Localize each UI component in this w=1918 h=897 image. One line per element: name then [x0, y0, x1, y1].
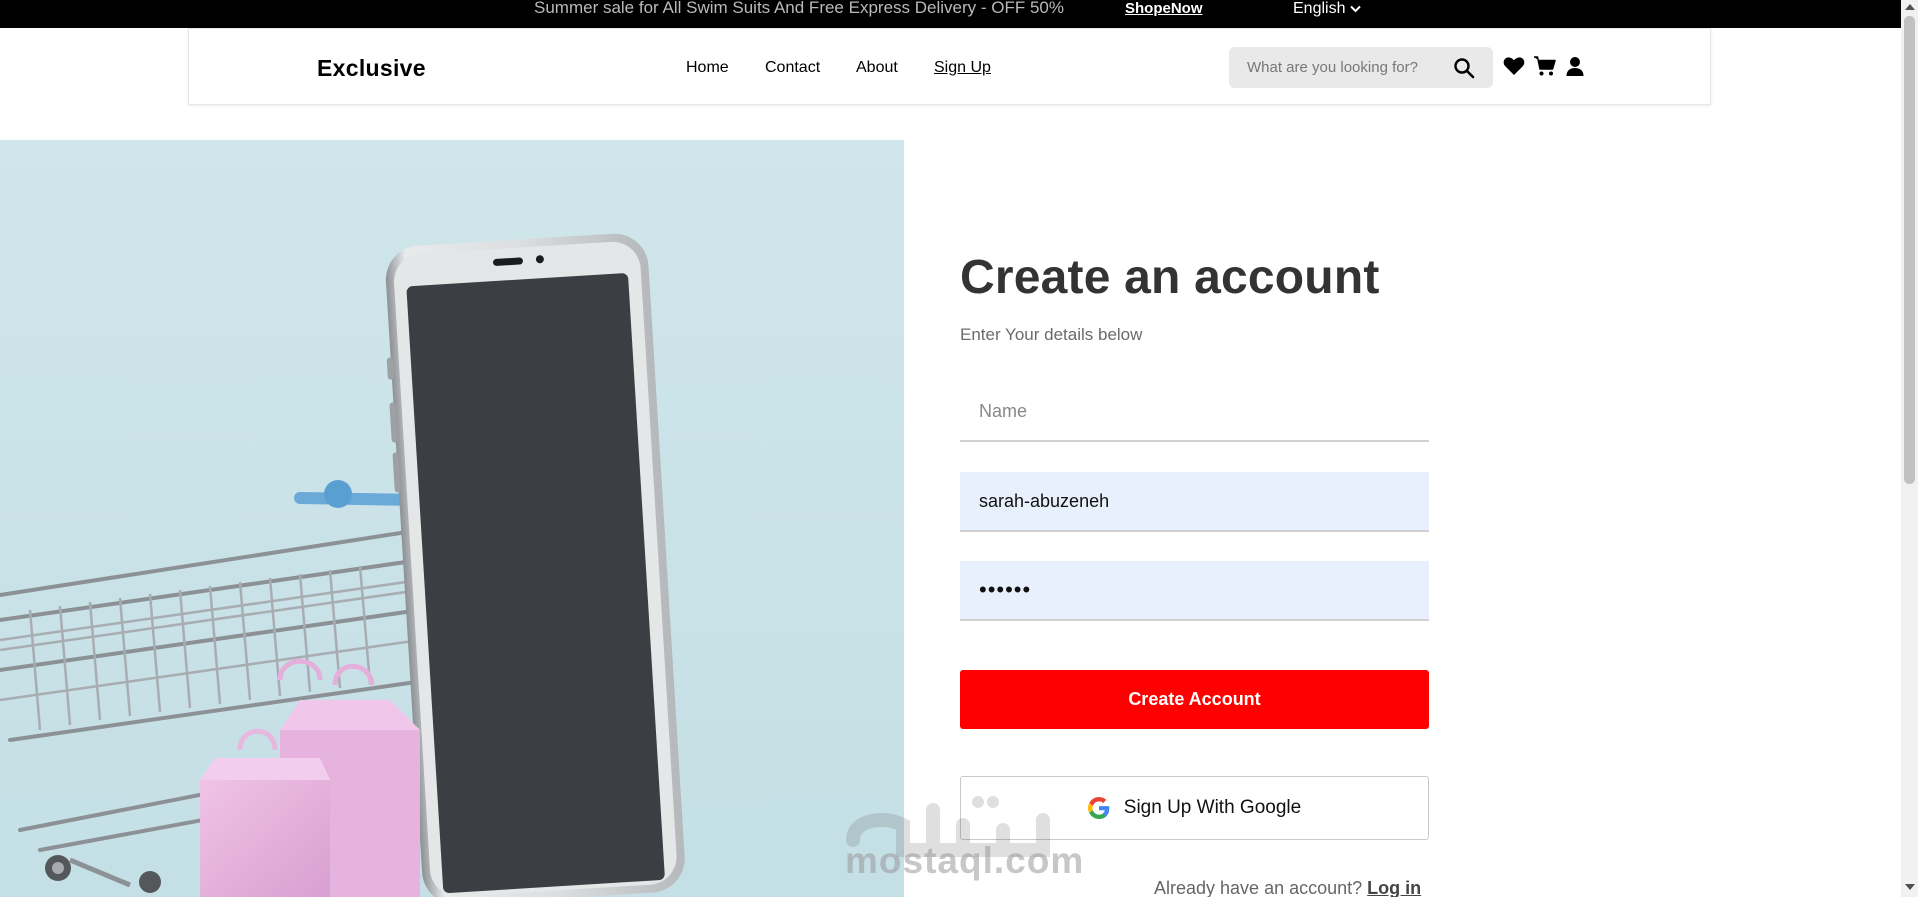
login-link[interactable]: Log in — [1367, 878, 1421, 897]
nav-about[interactable]: About — [856, 59, 898, 77]
cart-icon[interactable] — [1533, 54, 1557, 78]
language-selector[interactable]: English — [1293, 0, 1362, 17]
create-account-button[interactable]: Create Account — [960, 670, 1429, 729]
page-scrollbar[interactable] — [1901, 0, 1918, 897]
site-header: Exclusive Home Contact About Sign Up — [188, 28, 1711, 105]
login-prompt-text: Already have an account? — [1154, 878, 1363, 897]
user-icon[interactable] — [1563, 54, 1587, 78]
promo-text: Summer sale for All Swim Suits And Free … — [534, 0, 1064, 17]
scroll-down-icon[interactable] — [1905, 884, 1915, 890]
logo[interactable]: Exclusive — [317, 55, 426, 82]
page: { "topbar": { "promo_text": "Summer sale… — [0, 0, 1918, 897]
scroll-thumb[interactable] — [1904, 16, 1915, 484]
form-title: Create an account — [960, 251, 1380, 304]
hero-image — [0, 140, 904, 897]
nav-home[interactable]: Home — [686, 59, 729, 77]
password-field[interactable] — [960, 561, 1429, 621]
search-icon[interactable] — [1453, 57, 1475, 79]
name-field[interactable] — [960, 382, 1429, 442]
nav-sign-up[interactable]: Sign Up — [934, 59, 991, 77]
scroll-up-icon[interactable] — [1905, 4, 1915, 10]
phone-cart-illustration — [0, 140, 904, 897]
google-icon — [1087, 797, 1110, 819]
heart-icon[interactable] — [1502, 54, 1526, 78]
shop-now-link[interactable]: ShopeNow — [1125, 1, 1203, 16]
promo-bar: Summer sale for All Swim Suits And Free … — [0, 0, 1918, 28]
search-input[interactable] — [1247, 47, 1447, 88]
login-prompt: Already have an account? Log in — [1154, 878, 1421, 897]
google-signup-label: Sign Up With Google — [1123, 797, 1302, 818]
nav-contact[interactable]: Contact — [765, 59, 820, 77]
form-subtitle: Enter Your details below — [960, 325, 1143, 344]
email-field[interactable] — [960, 472, 1429, 532]
language-label: English — [1293, 0, 1346, 17]
search-box — [1229, 47, 1493, 88]
chevron-down-icon — [1350, 5, 1362, 13]
watermark-text: mostaql.com — [845, 840, 1085, 881]
